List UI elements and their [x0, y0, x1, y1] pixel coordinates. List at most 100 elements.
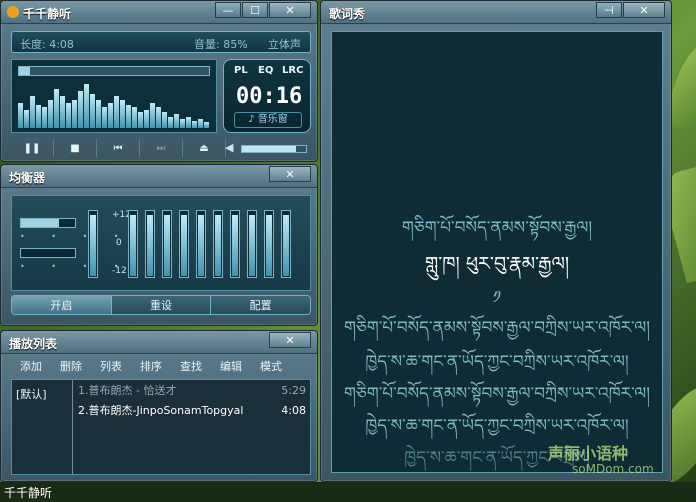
stop-button[interactable]: ■	[54, 139, 97, 157]
spectrum-bar	[90, 93, 95, 128]
lyrics-window: 歌词秀 ⊣ ✕ གཅིག་པོ་བསོད་ནམས་སྟོབས་རྒྱལ། གླུ…	[320, 0, 672, 482]
menu-edit[interactable]: 编辑	[211, 357, 251, 377]
eq-band-slider[interactable]	[162, 210, 172, 278]
pause-icon: ❚❚	[23, 142, 41, 154]
spectrum-bar	[60, 95, 65, 128]
spectrum-bar	[150, 102, 155, 128]
prev-button[interactable]: ⏮	[97, 139, 140, 157]
spectrum-bar	[180, 118, 185, 128]
spectrum-bar	[72, 100, 77, 128]
pl-close-button[interactable]: ✕	[269, 332, 311, 348]
eq-band-slider[interactable]	[264, 210, 274, 278]
lyrics-title: 歌词秀	[329, 7, 366, 21]
prev-icon: ⏮	[113, 142, 123, 154]
eq-on-button[interactable]: 开启	[12, 296, 112, 314]
eq-band-slider[interactable]	[281, 210, 291, 278]
preamp-slider[interactable]	[88, 210, 98, 278]
menu-find[interactable]: 查找	[171, 357, 211, 377]
spectrum-bar	[18, 102, 23, 128]
playlist-group[interactable]: [默认]	[16, 386, 47, 402]
eq-config-button[interactable]: 配置	[211, 296, 310, 314]
eq-band-slider[interactable]	[179, 210, 189, 278]
menu-mode[interactable]: 模式	[251, 357, 291, 377]
eq-band-slider[interactable]	[145, 210, 155, 278]
visualizer	[11, 59, 217, 133]
taskbar-label[interactable]: 千千静听	[4, 484, 52, 501]
eq-titlebar[interactable]: 均衡器 ✕	[1, 165, 317, 188]
maximize-button[interactable]: ☐	[242, 2, 268, 18]
spectrum-bar	[168, 116, 173, 128]
stop-icon: ■	[70, 142, 80, 154]
time-panel: PL EQ LRC 00:16 ♪ 音乐窗	[223, 59, 311, 133]
spectrum-bar	[30, 95, 35, 128]
next-icon: ⏭	[156, 142, 166, 154]
pin-button[interactable]: ⊣	[596, 2, 622, 18]
player-title: 千千静听	[23, 7, 72, 21]
balance-ticks: • • • •	[20, 232, 131, 241]
pl-titlebar[interactable]: 播放列表 ✕	[1, 331, 317, 354]
eq-toggle[interactable]: EQ	[256, 65, 275, 76]
spectrum-bar	[42, 107, 47, 128]
eject-icon: ⏏	[199, 142, 209, 154]
spectrum-bar	[102, 107, 107, 128]
surround-slider[interactable]	[20, 248, 76, 258]
eq-band-slider[interactable]	[247, 210, 257, 278]
menu-delete[interactable]: 删除	[51, 357, 91, 377]
eq-band-slider[interactable]	[230, 210, 240, 278]
eq-panel: • • • • • • • • +12 0 -12	[11, 195, 311, 291]
spectrum-bar	[78, 91, 83, 128]
menu-add[interactable]: 添加	[11, 357, 51, 377]
music-window-button[interactable]: ♪ 音乐窗	[234, 112, 302, 128]
lyrics-panel: གཅིག་པོ་བསོད་ནམས་སྟོབས་རྒྱལ། གླུ་ཁ། ཕུར་…	[331, 31, 663, 473]
spectrum-bar	[54, 88, 59, 128]
length-label: 长度: 4:08	[20, 38, 74, 51]
spectrum	[18, 80, 212, 128]
eq-band-slider[interactable]	[213, 210, 223, 278]
spectrum-bar	[192, 121, 197, 128]
spectrum-bar	[198, 118, 203, 128]
minimize-button[interactable]: —	[215, 2, 241, 18]
spectrum-bar	[84, 84, 89, 128]
track-duration: 4:08	[281, 404, 306, 417]
spectrum-bar	[96, 100, 101, 128]
spectrum-bar	[120, 100, 125, 128]
player-window: 千千静听 — ☐ ✕ 长度: 4:08 音量: 85% 立体声 PL EQ LR…	[0, 0, 318, 162]
next-button[interactable]: ⏭	[140, 139, 183, 157]
spectrum-bar	[186, 116, 191, 128]
eq-close-button[interactable]: ✕	[269, 166, 311, 182]
playlist-divider	[72, 380, 73, 474]
eject-button[interactable]: ⏏	[183, 139, 226, 157]
lyrics-titlebar[interactable]: 歌词秀 ⊣ ✕	[321, 1, 671, 24]
list-item-current[interactable]: 2.普布朗杰-JinpoSonamTopgyal 4:08	[76, 402, 308, 420]
equalizer-window: 均衡器 ✕ • • • • • • • • +12 0 -12 开启 重设 配置	[0, 164, 318, 326]
list-item[interactable]: 1.普布朗杰 - 恰送才 5:29	[76, 382, 308, 400]
eq-band-slider[interactable]	[128, 210, 138, 278]
volume-label: 音量: 85%	[194, 38, 248, 51]
spectrum-bar	[114, 95, 119, 128]
seek-bar[interactable]	[18, 66, 210, 76]
eq-band-slider[interactable]	[196, 210, 206, 278]
volume-slider[interactable]	[241, 145, 307, 153]
player-titlebar[interactable]: 千千静听 — ☐ ✕	[1, 1, 317, 24]
watermark-url: soMDom.com	[572, 462, 654, 476]
pause-button[interactable]: ❚❚	[11, 139, 54, 157]
eq-label-minus12: -12	[112, 266, 127, 276]
spectrum-bar	[132, 107, 137, 128]
eq-reset-button[interactable]: 重设	[111, 296, 212, 314]
menu-list[interactable]: 列表	[91, 357, 131, 377]
close-button[interactable]: ✕	[269, 2, 311, 18]
lyrics-close-button[interactable]: ✕	[623, 2, 665, 18]
spectrum-bar	[162, 111, 167, 128]
eq-title: 均衡器	[9, 171, 46, 185]
menu-sort[interactable]: 排序	[131, 357, 171, 377]
spectrum-bar	[24, 109, 29, 128]
taskbar: 千千静听	[0, 482, 696, 502]
spectrum-bar	[36, 105, 41, 128]
transport-controls: ❚❚ ■ ⏮ ⏭ ⏏ ◀	[11, 139, 311, 157]
spectrum-bar	[174, 114, 179, 128]
spectrum-bar	[144, 109, 149, 128]
lrc-toggle[interactable]: LRC	[280, 65, 305, 76]
pl-toggle[interactable]: PL	[232, 65, 250, 76]
track-name: 2.普布朗杰-JinpoSonamTopgyal	[78, 404, 244, 417]
balance-slider[interactable]	[20, 218, 76, 228]
